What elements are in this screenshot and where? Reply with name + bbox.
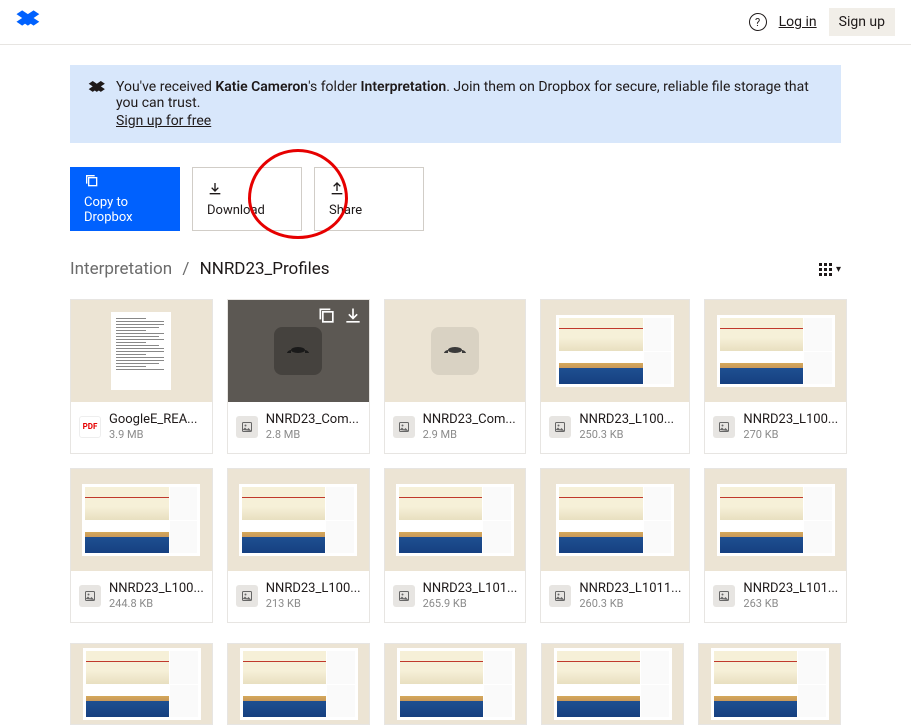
banner-folder: Interpretation <box>360 79 446 95</box>
file-name: NNRD23_L101... <box>743 581 838 596</box>
breadcrumb-separator: / <box>182 259 189 279</box>
download-button[interactable]: Download <box>192 167 302 231</box>
copy-label: Copy to Dropbox <box>84 195 166 225</box>
file-card[interactable]: NNRD23_L100...250.3 KB <box>540 299 690 454</box>
pdf-icon: PDF <box>79 416 101 438</box>
file-size: 263 KB <box>743 597 838 610</box>
file-size: 213 KB <box>266 597 361 610</box>
chevron-down-icon: ▾ <box>836 264 841 275</box>
grid-view-icon <box>819 263 832 276</box>
file-card[interactable]: NNRD23_Com...2.9 MB <box>384 299 527 454</box>
image-icon <box>393 585 415 607</box>
file-name: NNRD23_L100... <box>743 412 838 427</box>
banner-sender: Katie Cameron <box>215 79 308 95</box>
dropbox-icon <box>88 79 106 101</box>
file-card[interactable] <box>698 643 841 725</box>
share-button[interactable]: Share <box>314 167 424 231</box>
file-size: 270 KB <box>743 428 838 441</box>
action-bar: Copy to Dropbox Download Share <box>70 167 841 231</box>
banner-mid: 's folder <box>308 79 360 95</box>
download-icon[interactable] <box>343 306 363 326</box>
image-icon <box>236 585 258 607</box>
file-name: NNRD23_L1011... <box>579 581 681 596</box>
file-name: NNRD23_L100... <box>266 581 361 596</box>
shared-folder-banner: You've received Katie Cameron's folder I… <box>70 65 841 143</box>
file-card[interactable] <box>227 643 370 725</box>
breadcrumb: Interpretation / NNRD23_Profiles <box>70 259 330 279</box>
file-name: NNRD23_L101... <box>423 581 518 596</box>
image-icon <box>549 416 571 438</box>
file-size: 2.8 MB <box>266 428 361 441</box>
file-size: 2.9 MB <box>423 428 518 441</box>
help-icon[interactable]: ? <box>749 13 767 31</box>
file-grid-partial-row <box>70 643 841 725</box>
stack-icon[interactable] <box>317 306 337 326</box>
file-name: NNRD23_L100... <box>579 412 681 427</box>
image-icon <box>713 416 735 438</box>
file-card[interactable]: NNRD23_L101...265.9 KB <box>384 468 527 623</box>
file-name: NNRD23_Com... <box>423 412 518 427</box>
header-right: ? Log in Sign up <box>749 8 895 36</box>
image-icon <box>549 585 571 607</box>
main-content: You've received Katie Cameron's folder I… <box>0 45 911 725</box>
file-size: 265.9 KB <box>423 597 518 610</box>
image-icon <box>393 416 415 438</box>
copy-icon <box>84 173 100 189</box>
download-icon <box>207 181 223 197</box>
image-icon <box>79 585 101 607</box>
file-size: 244.8 KB <box>109 597 204 610</box>
view-toggle[interactable]: ▾ <box>819 263 841 276</box>
file-card[interactable]: NNRD23_L100...270 KB <box>704 299 847 454</box>
file-card[interactable]: NNRD23_Com...2.8 MB <box>227 299 370 454</box>
file-card[interactable]: NNRD23_L100...213 KB <box>227 468 370 623</box>
file-card[interactable] <box>541 643 684 725</box>
share-label: Share <box>329 203 409 218</box>
download-label: Download <box>207 203 287 218</box>
file-card[interactable]: NNRD23_L1011...260.3 KB <box>540 468 690 623</box>
banner-prefix: You've received <box>116 79 215 95</box>
image-icon <box>713 585 735 607</box>
file-size: 260.3 KB <box>579 597 681 610</box>
file-size: 3.9 MB <box>109 428 204 441</box>
file-name: NNRD23_Com... <box>266 412 361 427</box>
file-card[interactable]: NNRD23_L100...244.8 KB <box>70 468 213 623</box>
image-icon <box>236 416 258 438</box>
copy-to-dropbox-button[interactable]: Copy to Dropbox <box>70 167 180 231</box>
file-name: GoogleE_REA... <box>109 412 204 427</box>
signup-button[interactable]: Sign up <box>829 8 895 36</box>
breadcrumb-current: NNRD23_Profiles <box>200 259 330 279</box>
banner-text: You've received Katie Cameron's folder I… <box>116 79 823 129</box>
breadcrumb-row: Interpretation / NNRD23_Profiles ▾ <box>70 259 841 279</box>
file-name: NNRD23_L100... <box>109 581 204 596</box>
file-card[interactable] <box>70 643 213 725</box>
breadcrumb-parent[interactable]: Interpretation <box>70 259 172 279</box>
login-link[interactable]: Log in <box>779 14 817 30</box>
share-icon <box>329 181 345 197</box>
app-header: ? Log in Sign up <box>0 0 911 45</box>
file-grid: PDFGoogleE_REA...3.9 MBNNRD23_Com...2.8 … <box>70 299 841 623</box>
file-size: 250.3 KB <box>579 428 681 441</box>
sign-up-free-link[interactable]: Sign up for free <box>116 113 211 129</box>
file-card[interactable] <box>384 643 527 725</box>
dropbox-logo[interactable] <box>16 8 40 36</box>
file-card[interactable]: NNRD23_L101...263 KB <box>704 468 847 623</box>
file-card[interactable]: PDF GoogleE_REA...3.9 MB <box>70 299 213 454</box>
